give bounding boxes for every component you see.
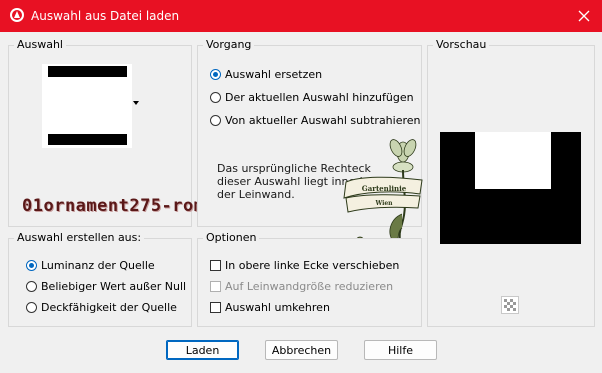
vorgang-legend: Vorgang — [203, 38, 255, 51]
optionen-legend: Optionen — [203, 231, 260, 244]
radio-indicator — [210, 92, 221, 103]
radio-label: Von aktueller Auswahl subtrahieren — [225, 114, 421, 127]
app-icon — [10, 8, 24, 22]
window-title: Auswahl aus Datei laden — [31, 9, 180, 23]
checkbox-label: In obere linke Ecke verschieben — [225, 259, 400, 272]
radio-indicator — [26, 281, 37, 292]
checkbox-indicator — [210, 260, 221, 271]
radio-indicator-checked — [26, 260, 37, 271]
radio-source-luminance[interactable]: Luminanz der Quelle — [26, 259, 155, 272]
radio-indicator — [26, 302, 37, 313]
auswahl-legend: Auswahl — [14, 38, 66, 51]
preview-selection-rect — [475, 132, 551, 189]
radio-source-opacity[interactable]: Deckfähigkeit der Quelle — [26, 301, 177, 314]
radio-label: Auswahl ersetzen — [225, 68, 323, 81]
checkbox-move-top-left[interactable]: In obere linke Ecke verschieben — [210, 259, 399, 272]
close-button[interactable] — [566, 0, 602, 32]
vorschau-legend: Vorschau — [433, 38, 490, 51]
radio-label: Luminanz der Quelle — [41, 259, 155, 272]
selection-thumbnail-picker[interactable] — [42, 64, 132, 148]
load-button[interactable]: Laden — [166, 340, 239, 360]
watermark-line2: Wien — [374, 200, 393, 207]
watermark-line1: Gartenlinie — [362, 184, 407, 193]
title-bar: Auswahl aus Datei laden — [0, 0, 602, 32]
checkbox-reduce-to-canvas: Auf Leinwandgröße reduzieren — [210, 280, 393, 293]
radio-label: Beliebiger Wert außer Null — [41, 280, 187, 293]
checkerboard-icon — [504, 299, 516, 311]
preview-canvas — [440, 132, 581, 244]
thumbnail-bottom-bar — [48, 134, 127, 145]
radio-subtract-selection[interactable]: Von aktueller Auswahl subtrahieren — [210, 114, 421, 127]
checkbox-invert-selection[interactable]: Auswahl umkehren — [210, 301, 330, 314]
radio-add-to-selection[interactable]: Der aktuellen Auswahl hinzufügen — [210, 91, 414, 104]
dialog-window: Auswahl aus Datei laden Auswahl 01orname… — [0, 0, 602, 373]
dropdown-arrow-icon[interactable] — [133, 101, 139, 105]
checkerboard-button[interactable] — [501, 296, 519, 314]
radio-label: Deckfähigkeit der Quelle — [41, 301, 177, 314]
radio-replace-selection[interactable]: Auswahl ersetzen — [210, 68, 322, 81]
thumbnail-top-bar — [48, 66, 127, 77]
radio-indicator-checked — [210, 69, 221, 80]
checkbox-label: Auswahl umkehren — [225, 301, 330, 314]
radio-indicator — [210, 115, 221, 126]
checkbox-indicator — [210, 302, 221, 313]
checkbox-label: Auf Leinwandgröße reduzieren — [225, 280, 394, 293]
cancel-button[interactable]: Abbrechen — [265, 340, 338, 360]
radio-label: Der aktuellen Auswahl hinzufügen — [225, 91, 414, 104]
erstellen-legend: Auswahl erstellen aus: — [14, 231, 145, 244]
close-icon — [578, 10, 590, 22]
radio-any-nonzero[interactable]: Beliebiger Wert außer Null — [26, 280, 186, 293]
checkbox-indicator-disabled — [210, 281, 221, 292]
help-button[interactable]: Hilfe — [364, 340, 437, 360]
